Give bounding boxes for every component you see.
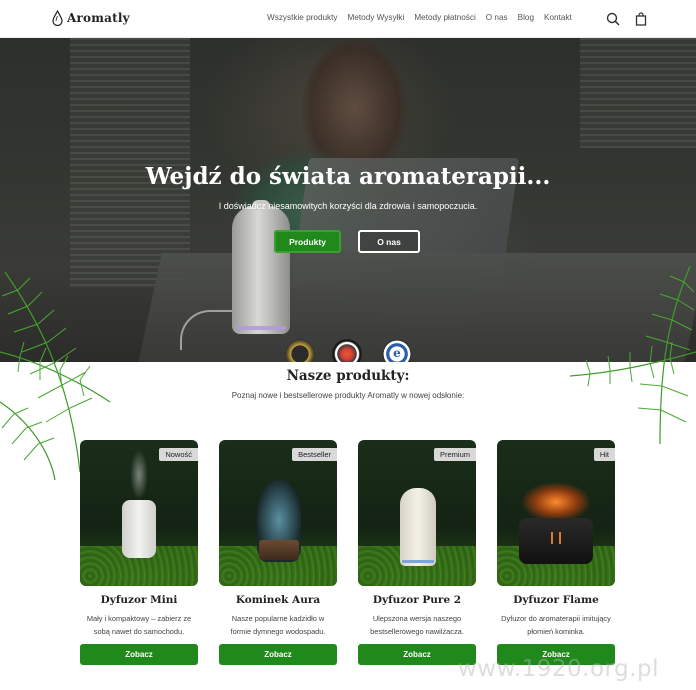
product-image[interactable]: Premium — [358, 440, 476, 586]
product-description: Ulepszona wersja naszego bestsellerowego… — [370, 614, 464, 636]
product-image[interactable]: Nowość — [80, 440, 198, 586]
product-image[interactable]: Hit — [497, 440, 615, 586]
product-image[interactable]: Bestseller — [219, 440, 337, 586]
bag-icon[interactable] — [634, 12, 648, 26]
main-nav: Wszystkie produkty Metody Wysyłki Metody… — [267, 13, 572, 22]
product-name[interactable]: Kominek Aura — [219, 594, 337, 606]
nav-shipping[interactable]: Metody Wysyłki — [348, 13, 405, 22]
nav-payment[interactable]: Metody płatności — [414, 13, 475, 22]
brand-logo[interactable]: Aromatly — [52, 10, 130, 26]
quality-badge — [285, 339, 315, 362]
mini-diffuser-product — [122, 500, 156, 558]
flame-logo — [551, 532, 561, 544]
trusted-shops-badge: e — [382, 339, 412, 362]
product-name[interactable]: Dyfuzor Flame — [497, 594, 615, 606]
product-name[interactable]: Dyfuzor Pure 2 — [358, 594, 476, 606]
product-card[interactable]: Nowość Dyfuzor Mini Mały i kompaktowy – … — [80, 440, 198, 665]
search-icon[interactable] — [606, 12, 620, 26]
site-header: Aromatly Wszystkie produkty Metody Wysył… — [0, 0, 696, 38]
product-card[interactable]: Premium Dyfuzor Pure 2 Ulepszona wersja … — [358, 440, 476, 665]
diffuser-light-ring — [402, 560, 434, 563]
ecommerce-badge — [332, 339, 362, 362]
view-product-button[interactable]: Zobacz — [219, 644, 337, 665]
drop-icon — [52, 10, 63, 26]
hero-diffuser — [232, 206, 290, 334]
product-tag: Bestseller — [292, 448, 337, 461]
products-section-title: Nasze produkty: — [286, 368, 410, 384]
hero-subtitle: I doświadcz niesamowitych korzyści dla z… — [218, 201, 478, 211]
brand-name: Aromatly — [67, 11, 130, 25]
nav-blog[interactable]: Blog — [518, 13, 534, 22]
view-product-button[interactable]: Zobacz — [80, 644, 198, 665]
products-button[interactable]: Produkty — [274, 230, 341, 253]
product-card[interactable]: Hit Dyfuzor Flame Dyfuzor do aromaterapi… — [497, 440, 615, 665]
window-blinds — [580, 38, 696, 148]
nav-about[interactable]: O nas — [486, 13, 508, 22]
flame-effect — [521, 480, 591, 520]
product-tag: Premium — [433, 448, 476, 461]
product-name[interactable]: Dyfuzor Mini — [80, 594, 198, 606]
product-description: Nasze popularne kadzidło w formie dymneg… — [230, 614, 326, 636]
product-tag: Hit — [593, 448, 615, 461]
nav-all-products[interactable]: Wszystkie produkty — [267, 13, 338, 22]
fern-right-decoration — [569, 266, 696, 445]
products-section-subtitle: Poznaj nowe i bestsellerowe produkty Aro… — [231, 391, 465, 400]
trusted-shops-letter: e — [393, 346, 401, 360]
product-description: Dyfuzor do aromaterapii imitujący płomie… — [501, 614, 611, 636]
watermark: www.1920.org.pl — [458, 656, 660, 682]
product-description: Mały i kompaktowy – zabierz ze sobą nawe… — [86, 614, 192, 636]
mist-plume — [130, 450, 148, 500]
burner-base — [259, 540, 299, 560]
pure-diffuser-product — [400, 488, 436, 566]
about-button[interactable]: O nas — [358, 230, 420, 253]
product-card[interactable]: Bestseller Kominek Aura Nasze popularne … — [219, 440, 337, 665]
hero-title: Wejdź do świata aromaterapii... — [145, 163, 551, 190]
nav-contact[interactable]: Kontakt — [544, 13, 572, 22]
product-tag: Nowość — [159, 448, 198, 461]
hero-diffuser-light — [236, 326, 286, 330]
